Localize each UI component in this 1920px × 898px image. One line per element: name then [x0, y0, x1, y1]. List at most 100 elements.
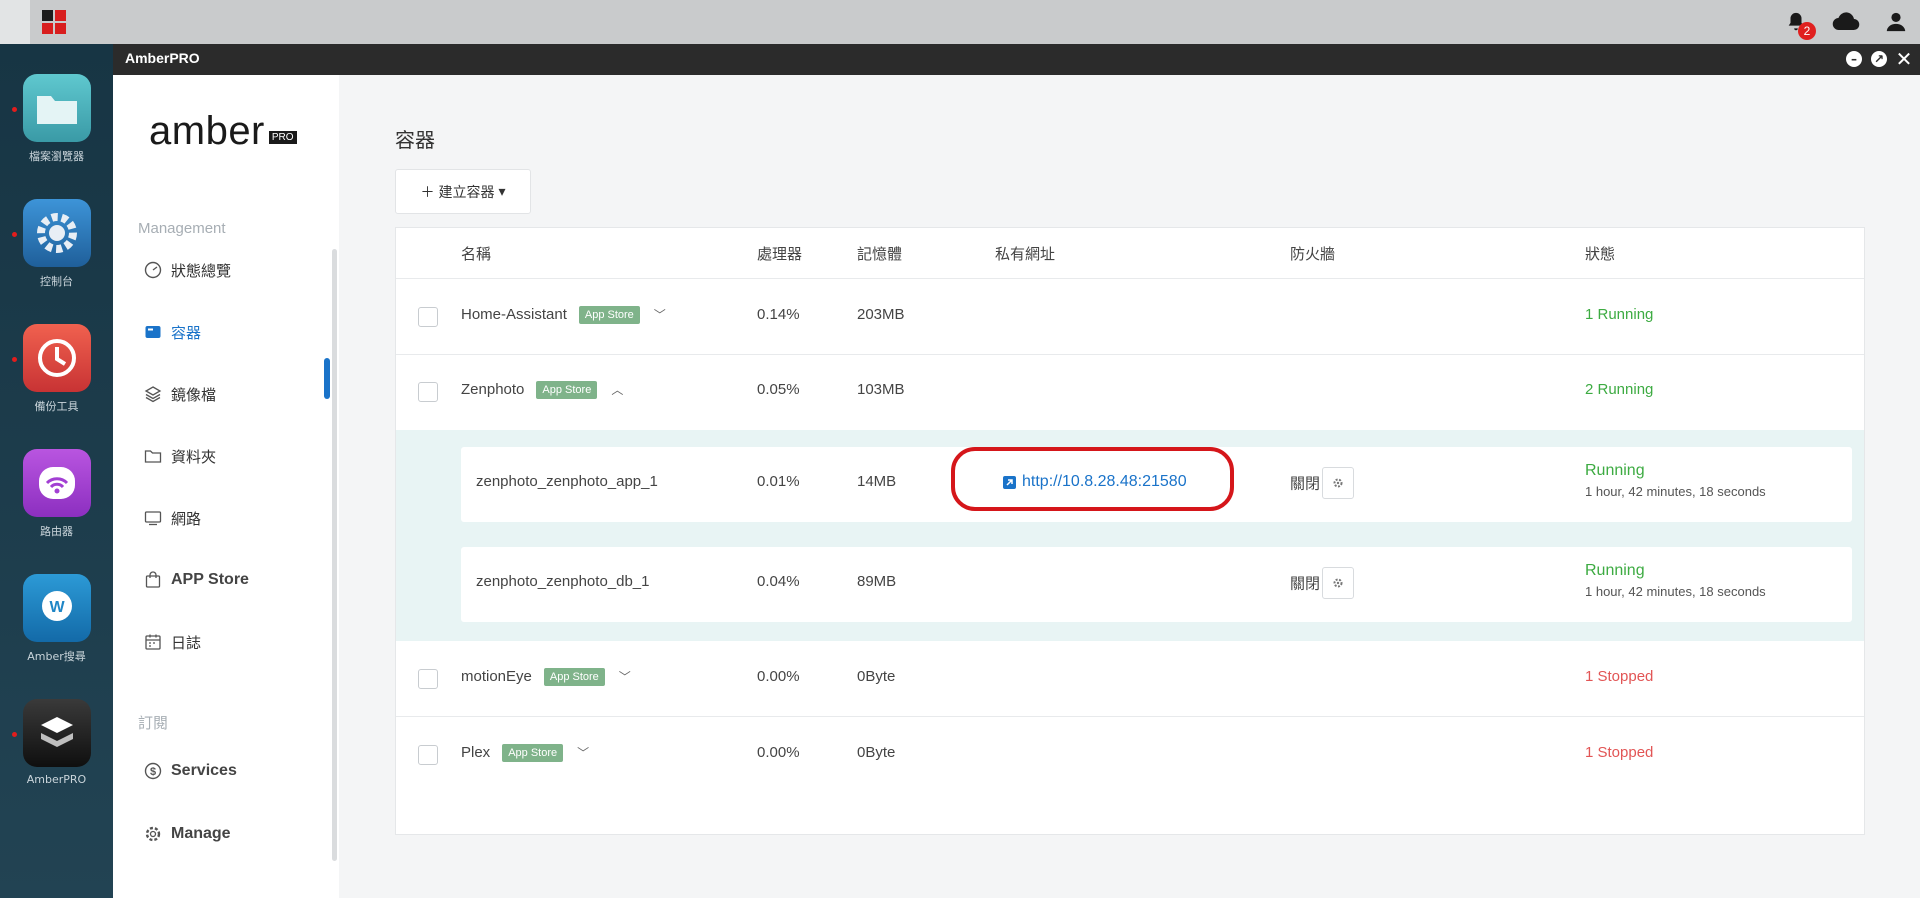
- table-header: 名稱 處理器 記憶體 私有網址 防火牆 狀態: [396, 228, 1864, 279]
- minimize-icon[interactable]: –: [1846, 51, 1862, 67]
- cloud-icon[interactable]: [1832, 8, 1860, 36]
- sidebar-item-app-store[interactable]: APP Store: [144, 569, 249, 591]
- table-row[interactable]: motionEye App Store ﹀ 0.00% 0Byte 1 Stoppe…: [396, 641, 1864, 717]
- table-row[interactable]: Zenphoto App Store ︿ 0.05% 103MB 2 Running: [396, 355, 1864, 430]
- dock-label: 控制台: [40, 275, 73, 288]
- chevron-up-icon[interactable]: ︿: [611, 381, 623, 398]
- app-store-tag: App Store: [536, 381, 598, 399]
- page-title: 容器: [395, 128, 435, 152]
- firewall-cell: 關閉: [1290, 467, 1355, 499]
- folder-icon: [144, 447, 162, 465]
- container-name-cell: Home-Assistant App Store ﹀: [461, 306, 666, 324]
- backup-app-icon: [22, 324, 91, 392]
- app-window: AmberPRO – ↗ ✕ amber PRO Management 狀態總覽 …: [113, 44, 1920, 898]
- column-header-firewall: 防火牆: [1290, 245, 1336, 263]
- amber-logo: amber PRO: [149, 109, 297, 154]
- router-app-icon: [22, 449, 91, 517]
- row-checkbox[interactable]: [418, 745, 438, 765]
- layers-icon: [144, 385, 162, 403]
- dock-item-control-panel[interactable]: 控制台: [0, 199, 113, 289]
- chevron-down-icon[interactable]: ﹀: [619, 668, 631, 685]
- apps-grid-icon[interactable]: [42, 10, 66, 34]
- container-name-cell: motionEye App Store ﹀: [461, 668, 631, 686]
- sidebar-item-containers[interactable]: 容器: [144, 321, 201, 343]
- dock-item-router[interactable]: 路由器: [0, 449, 113, 539]
- column-header-memory: 記憶體: [857, 245, 903, 263]
- memory-cell: 0Byte: [857, 668, 896, 685]
- dock-label: 路由器: [40, 525, 73, 538]
- create-container-button[interactable]: ＋ 建立容器 ▾: [395, 169, 531, 214]
- amberpro-app-icon: [22, 699, 91, 767]
- management-heading: Management: [138, 220, 226, 237]
- column-header-private-url: 私有網址: [995, 245, 1056, 263]
- sidebar-item-images[interactable]: 鏡像檔: [144, 383, 216, 405]
- user-icon[interactable]: [1882, 8, 1910, 36]
- container-name-cell: Zenphoto App Store ︿: [461, 381, 624, 399]
- column-header-status: 狀態: [1585, 245, 1616, 263]
- calendar-icon: [144, 633, 162, 651]
- status-cell: Running 1 hour, 42 minutes, 18 seconds: [1585, 562, 1766, 599]
- uptime-text: 1 hour, 42 minutes, 18 seconds: [1585, 584, 1766, 599]
- dock-label: Amber搜尋: [27, 650, 86, 663]
- container-table: 名稱 處理器 記憶體 私有網址 防火牆 狀態 Home-Assistant App…: [395, 227, 1865, 835]
- running-indicator: [12, 107, 17, 112]
- plus-icon: ＋: [420, 184, 435, 201]
- container-name-cell: Plex App Store ﹀: [461, 744, 590, 762]
- status-cell: 1 Running: [1585, 306, 1654, 323]
- settings-app-icon: [22, 199, 91, 267]
- dashboard-icon: [144, 261, 162, 279]
- notification-badge: 2: [1798, 22, 1816, 40]
- firewall-settings-icon[interactable]: [1322, 467, 1355, 499]
- dock-item-backup[interactable]: 備份工具: [0, 324, 113, 414]
- memory-cell: 14MB: [857, 473, 897, 490]
- sidebar-item-folders[interactable]: 資料夾: [144, 445, 216, 467]
- dock-item-amber-search[interactable]: W Amber搜尋: [0, 574, 113, 664]
- container-icon: [144, 323, 162, 341]
- cpu-cell: 0.04%: [757, 573, 800, 590]
- cpu-cell: 0.00%: [757, 668, 800, 685]
- memory-cell: 0Byte: [857, 744, 896, 761]
- sidebar-item-manage[interactable]: Manage: [144, 823, 231, 845]
- close-icon[interactable]: ✕: [1896, 49, 1913, 69]
- cpu-cell: 0.05%: [757, 381, 800, 398]
- sidebar-item-services[interactable]: $ Services: [144, 760, 237, 782]
- restore-icon[interactable]: ↗: [1871, 51, 1887, 67]
- row-checkbox[interactable]: [418, 382, 438, 402]
- sidebar-scrollbar[interactable]: [332, 249, 337, 861]
- dock-label: 檔案瀏覽器: [29, 150, 84, 163]
- status-cell: 1 Stopped: [1585, 744, 1654, 761]
- table-row[interactable]: Plex App Store ﹀ 0.00% 0Byte 1 Stopped: [396, 717, 1864, 793]
- chevron-down-icon[interactable]: ﹀: [654, 306, 666, 323]
- sub-container-name: zenphoto_zenphoto_db_1: [476, 573, 650, 590]
- search-app-icon: W: [22, 574, 91, 642]
- bag-icon: [144, 571, 162, 589]
- running-indicator: [12, 232, 17, 237]
- svg-text:W: W: [49, 599, 65, 616]
- chevron-down-icon[interactable]: ﹀: [577, 744, 589, 761]
- running-indicator: [12, 357, 17, 362]
- sidebar-item-logs[interactable]: 日誌: [144, 631, 201, 653]
- memory-cell: 89MB: [857, 573, 897, 590]
- expanded-subrows: zenphoto_zenphoto_app_1 0.01% 14MB http:…: [396, 430, 1864, 641]
- table-row[interactable]: Home-Assistant App Store ﹀ 0.14% 203MB 1 R…: [396, 279, 1864, 355]
- dock-item-amberpro[interactable]: AmberPRO: [0, 699, 113, 786]
- monitor-icon: [144, 509, 162, 527]
- column-header-cpu: 處理器: [757, 245, 803, 263]
- sidebar-item-dashboard[interactable]: 狀態總覽: [144, 259, 231, 281]
- memory-cell: 203MB: [857, 306, 905, 323]
- app-dock: 檔案瀏覽器 控制台 備份工具 路由器 W Amber搜尋 AmberPRO: [0, 44, 113, 898]
- caret-down-icon: ▾: [498, 183, 506, 200]
- row-checkbox[interactable]: [418, 307, 438, 327]
- status-running: Running: [1585, 562, 1645, 579]
- sidebar-item-network[interactable]: 網路: [144, 507, 201, 529]
- dock-item-file-browser[interactable]: 檔案瀏覽器: [0, 74, 113, 164]
- folder-app-icon: [22, 74, 91, 142]
- row-checkbox[interactable]: [418, 669, 438, 689]
- top-bar: 2: [0, 0, 1920, 44]
- top-bar-strip: [0, 0, 30, 44]
- notification-bell-icon[interactable]: 2: [1782, 8, 1816, 40]
- sub-container-name: zenphoto_zenphoto_app_1: [476, 473, 658, 490]
- sub-row: zenphoto_zenphoto_db_1 0.04% 89MB 關閉 Run…: [461, 547, 1852, 622]
- window-title: AmberPRO: [125, 50, 200, 66]
- firewall-settings-icon[interactable]: [1322, 567, 1355, 599]
